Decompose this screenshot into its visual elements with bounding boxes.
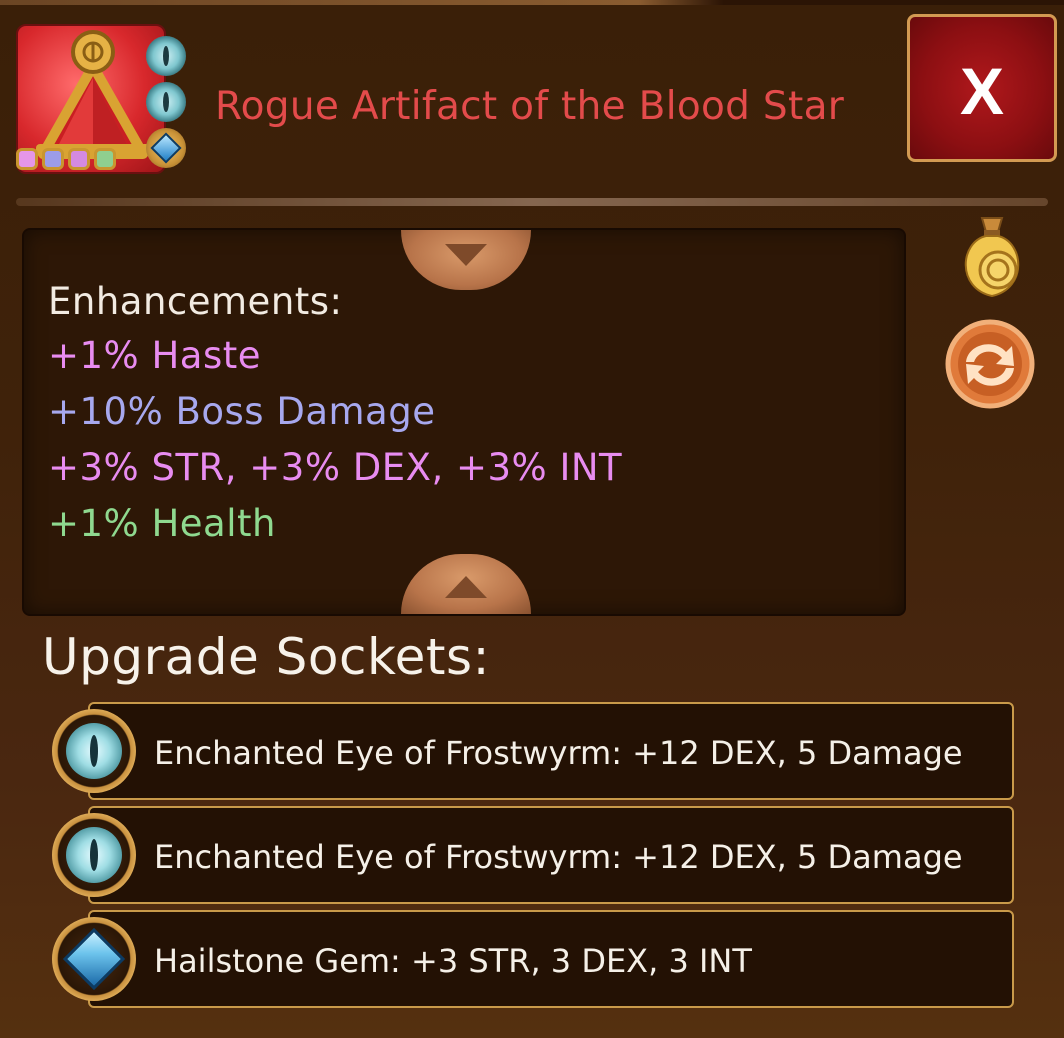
enhancement-line: +3% STR, +3% DEX, +3% INT bbox=[48, 446, 623, 489]
enhancement-line: +10% Boss Damage bbox=[48, 390, 436, 433]
hailstone-gem-icon bbox=[146, 128, 186, 168]
socket-text: Enchanted Eye of Frostwyrm: +12 DEX, 5 D… bbox=[154, 838, 963, 876]
mini-socket-list bbox=[146, 36, 190, 174]
chevron-up-icon bbox=[445, 576, 487, 598]
upgrade-sockets-heading: Upgrade Sockets: bbox=[42, 628, 490, 686]
enhancement-line: +1% Haste bbox=[48, 334, 262, 377]
enhancements-heading: Enhancements: bbox=[48, 280, 343, 323]
rarity-dots bbox=[16, 148, 116, 170]
swap-arrows-icon[interactable] bbox=[944, 318, 1036, 410]
hailstone-gem-icon bbox=[52, 917, 136, 1001]
close-label: X bbox=[959, 54, 1005, 128]
enhancements-panel[interactable]: Enhancements: +1% Haste +10% Boss Damage… bbox=[22, 228, 906, 616]
socket-row[interactable]: Enchanted Eye of Frostwyrm: +12 DEX, 5 D… bbox=[52, 806, 1014, 904]
socket-text: Enchanted Eye of Frostwyrm: +12 DEX, 5 D… bbox=[154, 734, 963, 772]
rarity-dot bbox=[16, 148, 38, 170]
frostwyrm-eye-icon bbox=[146, 82, 186, 122]
item-title: Rogue Artifact of the Blood Star bbox=[215, 84, 845, 129]
socket-row[interactable]: Enchanted Eye of Frostwyrm: +12 DEX, 5 D… bbox=[52, 702, 1014, 800]
rarity-dot bbox=[68, 148, 90, 170]
scroll-down-button[interactable] bbox=[401, 230, 531, 290]
chevron-down-icon bbox=[445, 244, 487, 266]
enhancement-line: +1% Health bbox=[48, 502, 276, 545]
frostwyrm-eye-icon bbox=[52, 813, 136, 897]
scroll-up-button[interactable] bbox=[401, 554, 531, 614]
rarity-dot bbox=[94, 148, 116, 170]
socket-row[interactable]: Hailstone Gem: +3 STR, 3 DEX, 3 INT bbox=[52, 910, 1014, 1008]
top-border bbox=[0, 0, 1064, 5]
socket-text: Hailstone Gem: +3 STR, 3 DEX, 3 INT bbox=[154, 942, 752, 980]
frostwyrm-eye-icon bbox=[146, 36, 186, 76]
close-button[interactable]: X bbox=[907, 14, 1057, 162]
divider bbox=[16, 198, 1048, 206]
coin-bag-icon[interactable] bbox=[954, 210, 1030, 300]
frostwyrm-eye-icon bbox=[52, 709, 136, 793]
rarity-dot bbox=[42, 148, 64, 170]
